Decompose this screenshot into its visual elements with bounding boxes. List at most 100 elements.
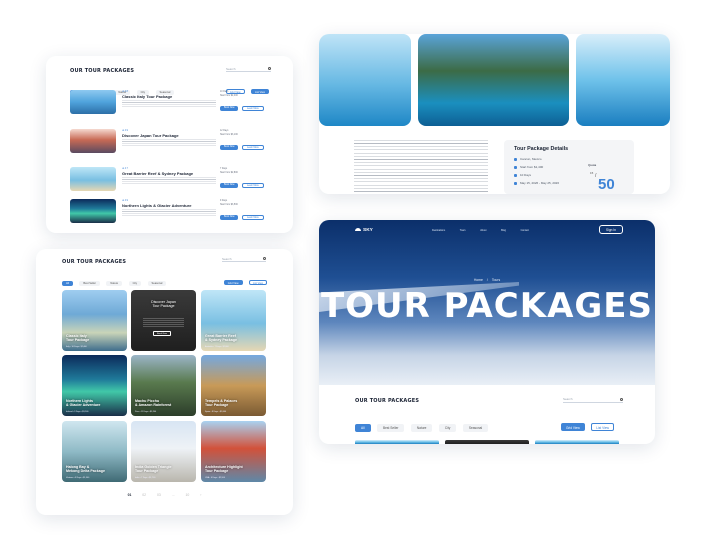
package-tile-preview[interactable] <box>445 440 529 444</box>
package-description <box>122 100 216 109</box>
learn-more-button[interactable]: Learn More <box>242 183 264 188</box>
tile-title: Great Barrier Reef & Sydney Package <box>205 333 237 342</box>
package-name: Classic Italy Tour Package <box>122 94 173 99</box>
page-link[interactable]: 01 <box>128 493 132 497</box>
book-now-button[interactable]: Book Now <box>220 106 239 111</box>
nav-blog[interactable]: Blog <box>501 229 506 232</box>
rating-tag: ★ 4.9 <box>122 200 128 202</box>
dates-row: May 15, 2026 - May 25, 2026 <box>514 181 559 185</box>
rating-tag: ★ 4.9 <box>122 130 128 132</box>
next-page-icon[interactable]: › <box>200 493 201 497</box>
section-title: OUR TOUR PACKAGES <box>62 259 127 265</box>
list-view-button[interactable]: List View <box>249 280 267 285</box>
section-title: OUR TOUR PACKAGES <box>355 398 420 404</box>
list-item: ★ 4.9 Discover Japan Tour Package 12 Day… <box>70 129 270 160</box>
tile-title: Tempels & Palaces Tour Package <box>205 398 238 407</box>
list-view-button[interactable]: List View <box>591 423 614 431</box>
package-description <box>122 209 216 218</box>
search-icon[interactable] <box>620 397 623 401</box>
rating-tag: ★ 4.8 <box>122 91 128 93</box>
package-meta: 7 Days Start from $2,800 <box>220 167 238 175</box>
filter-seasonal[interactable]: Seasonal <box>147 281 167 286</box>
tile-meta: USA • 6 Days • $2,900 <box>205 477 225 479</box>
nav-destinations[interactable]: Destinations <box>432 229 445 232</box>
page-link[interactable]: 10 <box>186 493 190 497</box>
learn-more-button[interactable]: Learn More <box>242 145 264 150</box>
pagination: 01 02 03 ... 10 › <box>36 493 293 497</box>
book-now-button[interactable]: Book Now <box>220 145 239 150</box>
tile-title: Machu Picchu & Amazon Rainforest <box>135 398 172 407</box>
rating-tag: ★ 4.7 <box>122 168 128 170</box>
package-tile[interactable]: Machu Picchu & Amazon Rainforest Peru • … <box>131 355 196 416</box>
price: Start from $3,100 <box>220 134 238 136</box>
book-now-button[interactable]: Book Now <box>220 215 239 220</box>
package-meta: 10 Days Start from $2,400 <box>220 90 238 98</box>
page-link[interactable]: 03 <box>157 493 161 497</box>
page-link[interactable]: 02 <box>142 493 146 497</box>
nav-contact[interactable]: Contact <box>521 229 529 232</box>
price: Start from $3,500 <box>220 204 238 206</box>
filter-nature[interactable]: Nature <box>410 424 433 432</box>
package-tile-featured[interactable]: Discover Japan Tour Package Book Now <box>131 290 196 351</box>
tile-meta: Australia • 7 Days • $2,800 <box>205 346 229 348</box>
package-details-box: Tour Package Details Cancun, Mexico Star… <box>504 140 634 194</box>
filter-best-seller[interactable]: Best Seller <box>79 281 100 286</box>
book-now-button[interactable]: Book Now <box>153 331 171 336</box>
filter-best-seller[interactable]: Best Seller <box>377 424 405 432</box>
package-tile[interactable]: Great Barrier Reef & Sydney Package Aust… <box>201 290 266 351</box>
package-tile[interactable]: India Golden Triangle Tour Package India… <box>131 421 196 482</box>
view-toggle: Grid View List View <box>222 271 267 289</box>
tile-meta: Vietnam • 8 Days • $1,900 <box>66 477 90 479</box>
tile-title: Discover Japan Tour Package <box>151 300 176 309</box>
filter-all[interactable]: All <box>62 281 73 286</box>
filter-all[interactable]: All <box>355 424 371 432</box>
package-tile[interactable]: Northern Lights & Glacier Adventure Icel… <box>62 355 127 416</box>
sign-in-button[interactable]: Sign In <box>599 225 623 234</box>
package-description <box>122 139 216 148</box>
quota-left: 15 <box>590 171 594 175</box>
brand-logo[interactable]: SKY <box>355 228 373 233</box>
grid-view-button[interactable]: Grid View <box>223 280 243 285</box>
search-placeholder: Search <box>563 397 573 401</box>
nav-tours[interactable]: Tours <box>460 229 466 232</box>
price: Start from $2,800 <box>220 172 238 174</box>
search-input[interactable]: Search <box>222 256 266 262</box>
book-now-button[interactable]: Book Now <box>220 183 239 188</box>
page-title: TOUR PACKAGES <box>320 286 654 326</box>
package-name: Northern Lights & Glacier Adventure <box>122 203 192 208</box>
price-row: Start from $1,400 <box>514 165 543 169</box>
package-tile-preview[interactable] <box>355 440 439 444</box>
tile-meta: Iceland • 9 Days • $3,500 <box>66 411 89 413</box>
package-tile[interactable]: Architecture Highlight Tour Package USA … <box>201 421 266 482</box>
filter-nature[interactable]: Nature <box>106 281 123 286</box>
search-input[interactable]: Search <box>563 396 623 403</box>
filter-seasonal[interactable]: Seasonal <box>462 424 489 432</box>
learn-more-button[interactable]: Learn More <box>242 215 264 220</box>
tile-title: India Golden Triangle Tour Package <box>135 464 172 473</box>
filter-city[interactable]: City <box>438 424 457 432</box>
grid-view-button[interactable]: Grid View <box>561 423 585 431</box>
top-nav: Destinations Tours About Blog Contact <box>432 229 543 232</box>
sea-photo <box>576 34 670 126</box>
filter-city[interactable]: City <box>128 281 142 286</box>
breadcrumb-home[interactable]: Home <box>474 278 483 282</box>
package-meta: 12 Days Start from $3,100 <box>220 129 238 137</box>
package-tile[interactable]: Tempels & Palaces Tour Package Spain • 8… <box>201 355 266 416</box>
package-description <box>354 140 488 192</box>
aurora-image <box>70 199 116 223</box>
search-input[interactable]: Search <box>226 66 271 72</box>
package-tile[interactable]: Classic Italy Tour Package Italy • 10 Da… <box>62 290 127 351</box>
tile-meta: Spain • 8 Days • $2,600 <box>205 411 227 413</box>
package-name: Great Barrier Reef & Sydney Package <box>122 171 194 176</box>
package-tile[interactable]: Halong Bay & Mekong Delta Package Vietna… <box>62 421 127 482</box>
cloud-icon <box>355 228 361 231</box>
search-icon[interactable] <box>263 257 266 260</box>
tile-title: Northern Lights & Glacier Adventure <box>66 398 101 407</box>
search-icon[interactable] <box>268 67 271 70</box>
learn-more-button[interactable]: Learn More <box>242 106 264 111</box>
duration-row: 10 Days <box>514 173 531 177</box>
breadcrumb-current: Tours <box>491 278 501 282</box>
package-tile-preview[interactable] <box>535 440 619 444</box>
nav-about[interactable]: About <box>480 229 486 232</box>
hero-banner: SKY Destinations Tours About Blog Contac… <box>319 220 655 385</box>
